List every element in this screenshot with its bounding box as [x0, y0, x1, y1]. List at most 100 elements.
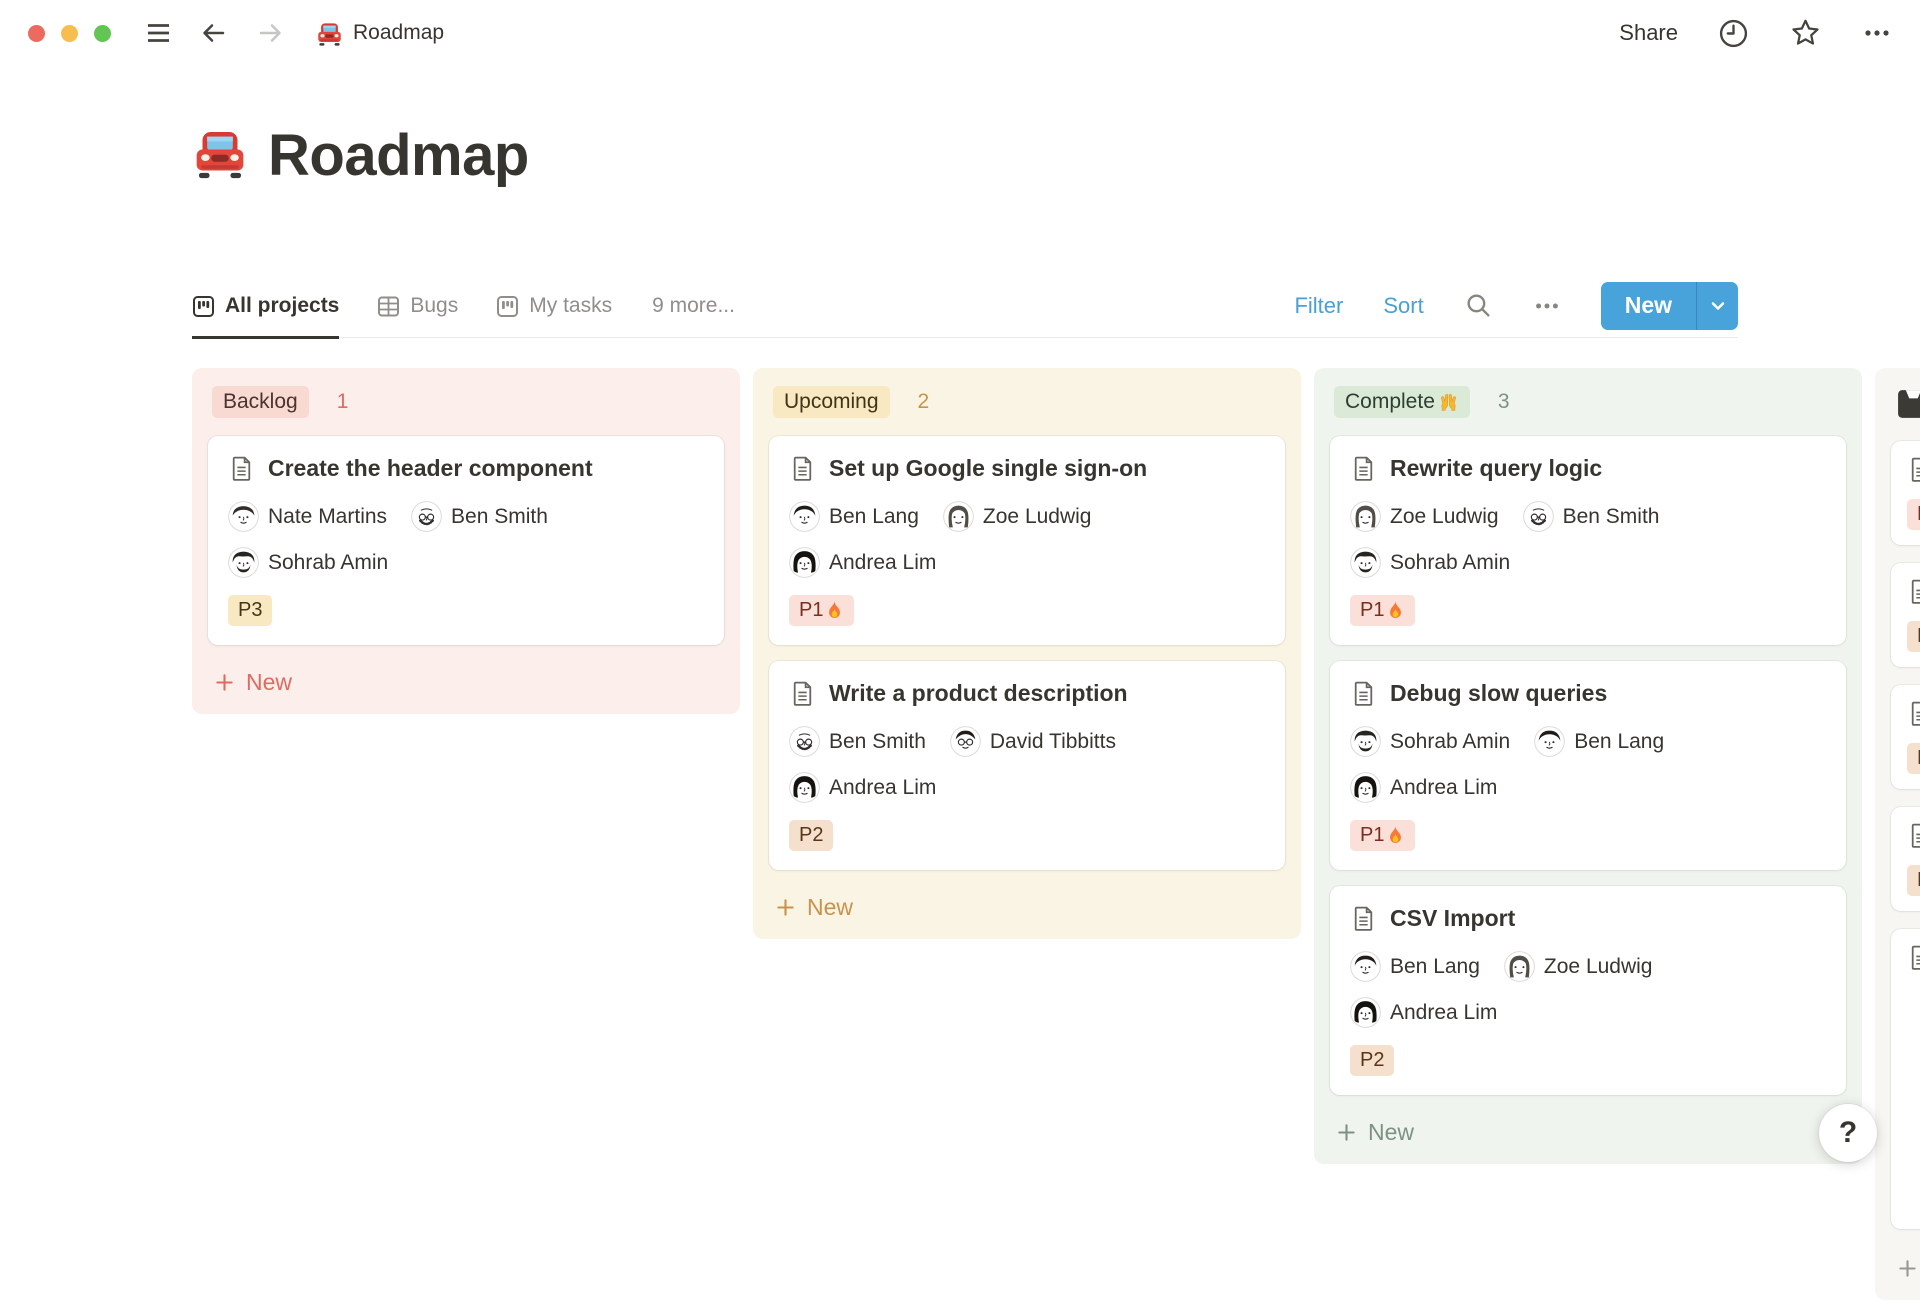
new-card-button[interactable]: New	[208, 661, 724, 700]
column-upcoming: Upcoming 2 Set up Google single sign-on Ben…	[753, 368, 1301, 939]
new-card-button[interactable]: New	[1330, 1111, 1846, 1150]
chevron-down-icon	[1711, 301, 1724, 310]
priority-badge: P2	[789, 820, 834, 851]
card[interactable]: Write a product description Ben Smith Davi…	[769, 661, 1285, 870]
more-views-button[interactable]: 9 more...	[652, 294, 735, 318]
card-title: Rewrite query logic	[1390, 455, 1603, 481]
sort-button[interactable]: Sort	[1383, 293, 1423, 319]
avatar	[789, 501, 820, 532]
priority-badge: P1	[1907, 499, 1920, 530]
back-button[interactable]	[198, 18, 229, 48]
avatar	[789, 772, 820, 803]
person: Ben Lang	[789, 501, 919, 532]
tab-label: Bugs	[410, 294, 459, 317]
person: Zoe Ludwig	[1350, 501, 1499, 532]
avatar	[1534, 726, 1566, 757]
avatar	[1350, 997, 1381, 1028]
person: Andrea Lim	[789, 547, 936, 578]
help-button[interactable]: ?	[1819, 1104, 1877, 1162]
avatar	[943, 501, 974, 532]
document-icon	[1911, 457, 1920, 482]
kanban-board: Backlog 1 Create the header component Nate …	[192, 368, 1920, 1300]
priority-badge: P3	[228, 595, 273, 626]
person: Ben Lang	[1534, 726, 1664, 757]
page-header: Roadmap	[192, 122, 529, 189]
person: Sohrab Amin	[1350, 547, 1510, 578]
favorite-button[interactable]	[1789, 17, 1822, 49]
person: Ben Lang	[1350, 951, 1480, 982]
column-count: 2	[917, 390, 930, 413]
avatar	[1522, 501, 1554, 532]
card-title: Write a product description	[829, 680, 1128, 706]
tab-all-projects[interactable]: All projects	[192, 274, 340, 339]
star-icon	[1792, 19, 1819, 45]
avatar	[789, 726, 820, 757]
fire-emoji	[1390, 600, 1402, 618]
priority-badge: P1	[789, 595, 855, 626]
new-button[interactable]: New	[1601, 282, 1696, 330]
column-header: Upcoming 2	[773, 386, 1281, 418]
avatar	[949, 726, 981, 757]
avatar	[1350, 726, 1381, 757]
document-icon	[1354, 456, 1373, 481]
card-people: Ben Smith David Tibbitts Andrea Lim	[789, 726, 1229, 803]
column-count: 3	[1497, 390, 1510, 413]
priority-badge: P1	[1350, 595, 1416, 626]
share-button[interactable]: Share	[1619, 20, 1678, 46]
more-options-button[interactable]	[1862, 18, 1892, 48]
raised-hands-emoji	[1441, 393, 1456, 411]
zoom-button[interactable]	[94, 24, 111, 42]
document-icon	[793, 681, 812, 706]
avatar	[1350, 547, 1381, 578]
card[interactable]: Create the header component Nate Martins B…	[208, 436, 724, 645]
forward-button[interactable]	[255, 18, 286, 48]
card[interactable]: CSV Import Ben Lang Zoe Ludwig Andrea Lim P2	[1330, 886, 1846, 1095]
sidebar-menu-button[interactable]	[145, 20, 172, 46]
document-icon	[1354, 681, 1373, 706]
tab-my-tasks[interactable]: My tasks	[496, 274, 612, 339]
column-count: 1	[336, 390, 349, 413]
ellipsis-icon	[1535, 302, 1558, 309]
column-status-badge[interactable]: Backlog	[212, 386, 309, 418]
card[interactable]: P2	[1891, 807, 1920, 911]
new-dropdown-button[interactable]	[1696, 281, 1738, 330]
card-people: Ben Lang Zoe Ludwig Andrea Lim	[1350, 951, 1790, 1028]
fire-emoji	[1390, 825, 1402, 843]
card-title: Set up Google single sign-on	[829, 455, 1148, 481]
column-backlog: Backlog 1 Create the header component Nate …	[192, 368, 740, 714]
priority-badge: P2	[1350, 1045, 1395, 1076]
card[interactable]: Debug slow queries Sohrab Amin Ben Lang And…	[1330, 661, 1846, 870]
new-card-button[interactable]: New	[769, 886, 1285, 925]
card-people: Sohrab Amin Ben Lang Andrea Lim	[1350, 726, 1790, 803]
card[interactable]	[1891, 929, 1920, 1229]
filter-button[interactable]: Filter	[1294, 293, 1343, 319]
card[interactable]: P2	[1891, 563, 1920, 667]
minimize-button[interactable]	[61, 24, 78, 42]
card[interactable]: P2	[1891, 685, 1920, 789]
tab-bugs[interactable]: Bugs	[377, 274, 458, 339]
person: Andrea Lim	[1350, 997, 1497, 1028]
column-status-badge[interactable]: Complete	[1334, 386, 1470, 418]
person: Sohrab Amin	[1350, 726, 1510, 757]
clock-icon	[1719, 19, 1748, 47]
card[interactable]: Rewrite query logic Zoe Ludwig Ben Smith So…	[1330, 436, 1846, 645]
ellipsis-icon	[1865, 30, 1889, 36]
column-status-badge[interactable]: Upcoming	[773, 386, 890, 418]
card[interactable]: P1	[1891, 441, 1920, 545]
new-card-button[interactable]: New	[1891, 1247, 1920, 1286]
car-emoji	[316, 20, 343, 47]
updates-button[interactable]	[1718, 18, 1749, 49]
board-icon	[193, 295, 214, 317]
search-button[interactable]	[1464, 291, 1493, 320]
view-options-button[interactable]	[1533, 292, 1561, 320]
forward-arrow-icon	[259, 24, 281, 42]
breadcrumb-title: Roadmap	[353, 21, 445, 44]
person: Ben Smith	[789, 726, 926, 757]
tab-label: All projects	[225, 294, 340, 317]
person: Andrea Lim	[1350, 772, 1497, 803]
card[interactable]: Set up Google single sign-on Ben Lang Zoe …	[769, 436, 1285, 645]
plus-icon	[1338, 1124, 1355, 1141]
breadcrumb[interactable]: Roadmap	[316, 20, 444, 47]
new-split-button: New	[1600, 281, 1738, 330]
close-button[interactable]	[28, 24, 45, 42]
